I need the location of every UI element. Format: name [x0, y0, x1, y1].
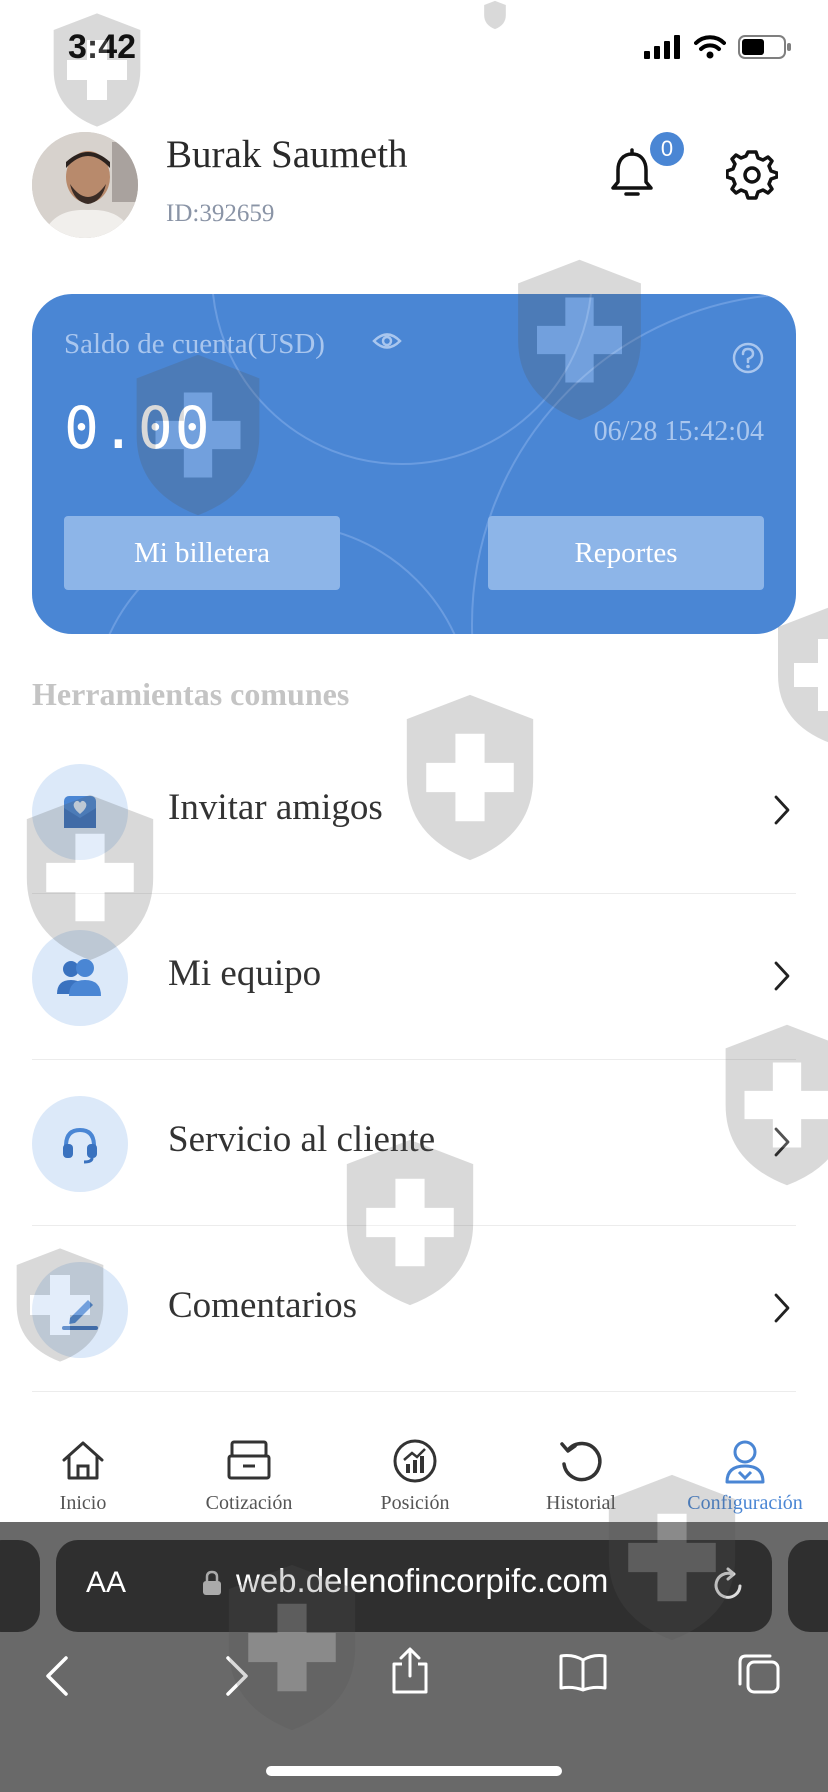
status-bar: 3:42: [0, 0, 828, 100]
text-size-button[interactable]: AA: [86, 1566, 126, 1600]
avatar[interactable]: [32, 132, 138, 238]
menu-item-my-team[interactable]: Mi equipo: [32, 894, 796, 1060]
tab-historial[interactable]: Historial: [498, 1420, 664, 1522]
gear-icon[interactable]: [726, 148, 778, 200]
previous-tab-preview[interactable]: [0, 1540, 40, 1632]
browser-toolbar: AA web.delenofincorpifc.com: [0, 1522, 828, 1792]
home-icon: [62, 1441, 104, 1480]
signal-icon: [644, 35, 680, 59]
address-bar[interactable]: AA web.delenofincorpifc.com: [56, 1540, 772, 1632]
pencil-icon: [32, 1262, 128, 1358]
balance-label: Saldo de cuenta(USD): [64, 328, 325, 360]
home-indicator: [266, 1766, 562, 1776]
tab-configuracion[interactable]: Configuración: [662, 1420, 828, 1522]
status-icons: [644, 34, 792, 60]
tab-label: Historial: [546, 1492, 616, 1514]
chevron-right-icon: [774, 1293, 790, 1323]
chevron-right-icon: [774, 961, 790, 991]
menu-item-invite-friends[interactable]: Invitar amigos: [32, 728, 796, 894]
wifi-icon: [694, 35, 726, 59]
forward-icon[interactable]: [222, 1654, 252, 1698]
chart-icon: [393, 1439, 437, 1483]
share-icon[interactable]: [388, 1646, 432, 1696]
next-tab-preview[interactable]: [788, 1540, 828, 1632]
menu-item-label: Invitar amigos: [168, 787, 383, 828]
team-icon: [32, 930, 128, 1026]
wallet-button[interactable]: Mi billetera: [64, 516, 340, 590]
menu-item-comments[interactable]: Comentarios: [32, 1226, 796, 1392]
eye-icon[interactable]: [372, 330, 402, 352]
chevron-right-icon: [774, 1127, 790, 1157]
user-name: Burak Saumeth: [166, 133, 408, 176]
tab-label: Posición: [380, 1492, 450, 1514]
menu-item-label: Mi equipo: [168, 953, 322, 994]
tab-label: Configuración: [687, 1492, 803, 1514]
tab-inicio[interactable]: Inicio: [0, 1420, 166, 1522]
tabs-icon[interactable]: [736, 1650, 782, 1696]
battery-icon: [738, 35, 791, 59]
balance-value: 0.00: [64, 394, 212, 462]
balance-card: Saldo de cuenta(USD) 0.00 06/28 15:42:04…: [32, 294, 796, 634]
url-text: web.delenofincorpifc.com: [236, 1562, 609, 1599]
tools-section-title: Herramientas comunes: [32, 676, 350, 712]
tab-label: Cotización: [205, 1492, 293, 1514]
menu-item-label: Comentarios: [168, 1285, 358, 1326]
user-id: ID:392659: [166, 200, 275, 227]
tab-posicion[interactable]: Posición: [332, 1420, 498, 1522]
reload-icon[interactable]: [710, 1566, 746, 1604]
avatar-image: [32, 132, 138, 238]
profile-icon: [725, 1440, 765, 1484]
back-icon[interactable]: [42, 1654, 72, 1698]
status-time: 3:42: [68, 28, 137, 66]
menu-item-customer-service[interactable]: Servicio al cliente: [32, 1060, 796, 1226]
headset-icon: [32, 1096, 128, 1192]
bookmarks-icon[interactable]: [558, 1652, 608, 1692]
bottom-tab-bar: Inicio Cotización Posición Historial Con…: [0, 1420, 828, 1522]
reports-button[interactable]: Reportes: [488, 516, 764, 590]
menu-item-label: Servicio al cliente: [168, 1119, 436, 1160]
lock-icon: [203, 1570, 221, 1595]
history-icon: [560, 1441, 602, 1482]
bell-icon[interactable]: [608, 148, 656, 200]
chevron-right-icon: [774, 795, 790, 825]
tab-label: Inicio: [59, 1492, 107, 1514]
notification-badge: 0: [650, 132, 684, 166]
balance-timestamp: 06/28 15:42:04: [593, 416, 764, 447]
gift-heart-icon: [32, 764, 128, 860]
quote-icon: [227, 1440, 271, 1480]
help-icon[interactable]: [732, 342, 764, 374]
tab-cotizacion[interactable]: Cotización: [166, 1420, 332, 1522]
